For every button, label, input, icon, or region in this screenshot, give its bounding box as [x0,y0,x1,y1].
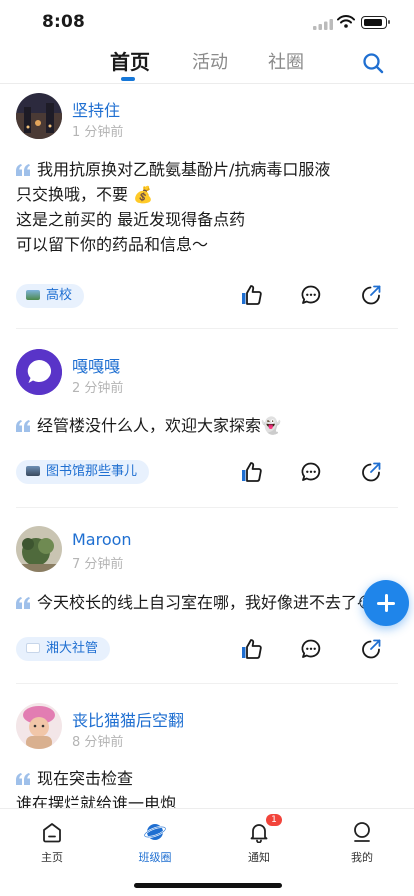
post-content[interactable]: 我用抗原换对乙酰氨基酚片/抗病毒口服液 只交换哦，不要 💰 这是之前买的 最近发… [16,157,384,257]
nav-item-mine[interactable]: 我的 [322,809,402,869]
nav-item-notify[interactable]: 1 通知 [219,809,299,869]
planet-icon [144,824,166,840]
post-line: 只交换哦，不要 💰 [16,185,154,204]
post-time: 7 分钟前 [72,557,124,572]
nav-label: 主页 [41,851,63,864]
status-bar: 8:08 [0,0,414,44]
tab-activity[interactable]: 活动 [192,48,228,74]
bottom-nav: 主页 班级圈 1 通知 我的 [0,808,414,896]
post-line: 谁在摆烂就给谁一电炮 [16,794,177,808]
avatar[interactable] [16,93,62,139]
notification-badge: 1 [266,814,282,826]
add-post-button[interactable] [363,580,409,626]
nav-item-class-circle[interactable]: 班级圈 [115,809,195,869]
user-icon [354,822,370,842]
battery-icon [361,16,390,29]
post-card[interactable]: 丧比猫猫后空翻 8 分钟前 现在突击检查 谁在摆烂就给谁一电炮 [0,689,414,808]
quote-icon [16,164,30,176]
home-icon [43,823,61,843]
tab-home[interactable]: 首页 [110,46,150,75]
comment-icon[interactable] [300,461,322,483]
post-content[interactable]: 今天校长的线上自习室在哪，我好像进不去了😭 [16,590,414,615]
post-line: 现在突击检查 [16,766,384,791]
comment-icon[interactable] [300,638,322,660]
divider [16,328,398,329]
post-card[interactable]: Maroon 7 分钟前 今天校长的线上自习室在哪，我好像进不去了😭 湘大社管 [0,513,414,689]
post-card[interactable]: 坚持住 1 分钟前 我用抗原换对乙酰氨基酚片/抗病毒口服液 只交换哦，不要 💰 … [0,85,414,329]
nav-item-home[interactable]: 主页 [12,809,92,869]
post-line: 我用抗原换对乙酰氨基酚片/抗病毒口服液 [16,157,384,182]
feed[interactable]: 坚持住 1 分钟前 我用抗原换对乙酰氨基酚片/抗病毒口服液 只交换哦，不要 💰 … [0,85,414,808]
nav-label: 通知 [248,851,270,864]
topic-tag[interactable]: 湘大社管 [16,637,111,661]
post-line: 这是之前买的 最近发现得备点药 [16,210,246,229]
post-username[interactable]: 嘎嘎嘎 [72,353,120,377]
post-time: 8 分钟前 [72,735,124,750]
post-line: 可以留下你的药品和信息～ [16,235,209,254]
quote-icon [16,420,30,432]
divider [16,683,398,684]
home-indicator [134,883,282,888]
nav-label: 班级圈 [138,851,172,864]
post-username[interactable]: 坚持住 [72,97,120,121]
quote-icon [16,597,30,609]
post-line: 今天校长的线上自习室在哪，我好像进不去了😭 [16,590,414,615]
avatar[interactable] [16,349,62,395]
post-username[interactable]: 丧比猫猫后空翻 [72,707,184,731]
status-time: 8:08 [42,12,86,32]
post-line: 经管楼没什么人，欢迎大家探索👻 [16,413,384,438]
like-icon[interactable] [240,461,262,483]
share-icon[interactable] [360,461,382,483]
post-time: 1 分钟前 [72,125,124,140]
post-username[interactable]: Maroon [72,530,132,549]
comment-icon[interactable] [300,284,322,306]
topic-tag[interactable]: 高校 [16,284,85,308]
share-icon[interactable] [360,638,382,660]
tag-image-icon [26,290,40,300]
search-icon[interactable] [362,52,384,74]
tab-circle[interactable]: 社圈 [268,48,304,74]
tag-image-icon [26,466,40,476]
nav-label: 我的 [351,851,373,864]
tag-image-icon [26,643,40,653]
quote-icon [16,773,30,785]
avatar[interactable] [16,526,62,572]
like-icon[interactable] [240,284,262,306]
bell-icon [250,824,268,843]
like-icon[interactable] [240,638,262,660]
wifi-icon [337,15,355,28]
post-content[interactable]: 现在突击检查 谁在摆烂就给谁一电炮 [16,766,384,808]
top-tab-bar: 首页 活动 社圈 [0,44,414,84]
avatar[interactable] [16,703,62,749]
signal-icon [313,19,333,30]
post-card[interactable]: 嘎嘎嘎 2 分钟前 经管楼没什么人，欢迎大家探索👻 图书馆那些事儿 [0,337,414,513]
post-time: 2 分钟前 [72,381,124,396]
post-content[interactable]: 经管楼没什么人，欢迎大家探索👻 [16,413,384,438]
topic-tag[interactable]: 图书馆那些事儿 [16,460,150,484]
active-tab-indicator [121,77,135,81]
divider [16,507,398,508]
share-icon[interactable] [360,284,382,306]
